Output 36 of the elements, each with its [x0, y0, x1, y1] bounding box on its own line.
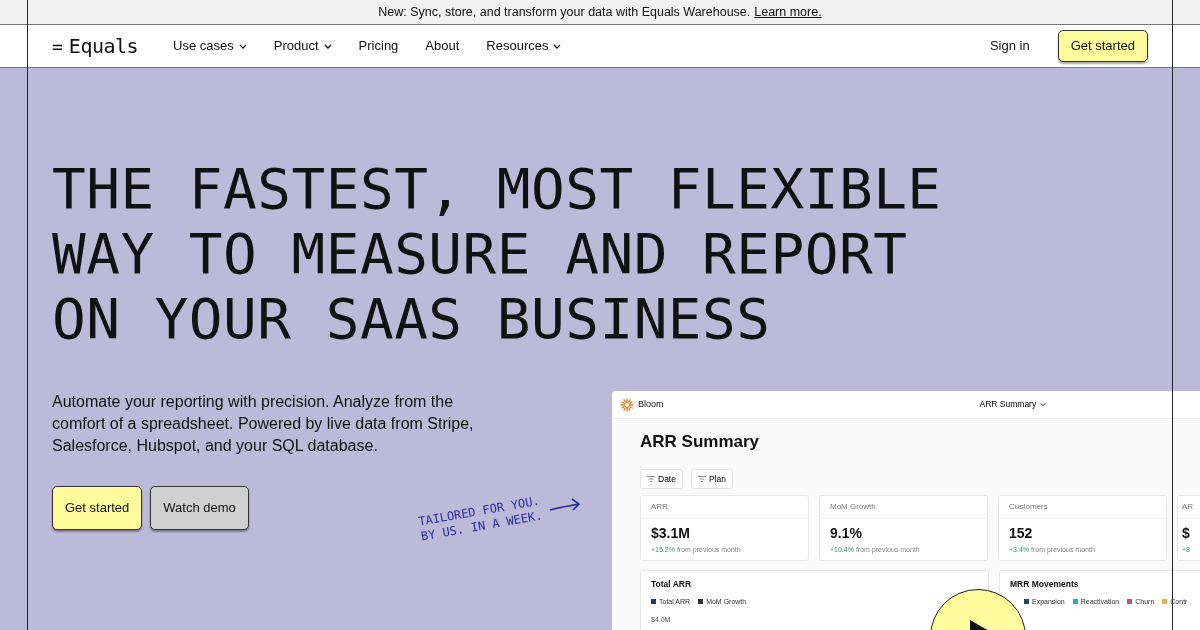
- logo-icon: =: [52, 32, 63, 60]
- nav-link[interactable]: Pricing: [358, 36, 399, 56]
- metric-label: MoM Growth: [820, 496, 987, 520]
- filter-button[interactable]: Date: [640, 468, 683, 490]
- arrow-icon: [548, 498, 582, 514]
- brand-name: Bloom: [638, 397, 664, 411]
- chevron-down-icon: [1040, 402, 1047, 407]
- metric-label: AR: [1178, 496, 1200, 520]
- hero-headline: THE FASTEST, MOST FLEXIBLE WAY TO MEASURE AND REPORT ON YOUR SAAS BUSINESS: [51, 155, 943, 351]
- nav-link[interactable]: Product: [273, 36, 332, 56]
- metric-value: 152: [1008, 524, 1034, 544]
- filter-icon: [697, 475, 706, 482]
- panel-title: MRR Movements: [1010, 577, 1080, 591]
- sign-in-link[interactable]: Sign in: [989, 36, 1030, 56]
- filter-icon: [647, 475, 655, 482]
- panel-title: Total ARR: [651, 577, 693, 591]
- announcement-text: New: Sync, store, and transform your data with Equals Warehouse.: [378, 3, 751, 21]
- metric-label: ARR: [641, 496, 808, 520]
- logo-text: Equals: [68, 33, 139, 60]
- nav-link[interactable]: About: [425, 36, 460, 56]
- report-menu[interactable]: ARR Summary: [979, 398, 1047, 411]
- watch-demo-button[interactable]: Watch demo: [150, 486, 249, 530]
- metric-value: 9.1%: [829, 524, 863, 544]
- learn-more-link[interactable]: Learn more.: [754, 2, 822, 22]
- hero-description: Automate your reporting with precision. Analyze from the comfort of a spreadsheet. Powered by live data from Stripe, Salesforce, Hubspot, and your SQL database.: [52, 392, 475, 456]
- get-started-button[interactable]: Get started: [1057, 30, 1148, 62]
- metric-value: $3.1M: [650, 524, 691, 544]
- nav-link[interactable]: Resources: [486, 36, 562, 56]
- metric-value: $: [1181, 524, 1191, 544]
- filter-button[interactable]: Plan: [690, 468, 733, 490]
- tailored-annotation: TAILORED FOR YOU. BY US. IN A WEEK.: [417, 493, 544, 545]
- nav-link[interactable]: Use cases: [173, 36, 247, 56]
- metric-label: Customers: [999, 496, 1166, 520]
- dashboard-title: ARR Summary: [640, 431, 761, 453]
- get-started-button[interactable]: Get started: [52, 486, 143, 530]
- sun-logo-icon: [620, 397, 634, 412]
